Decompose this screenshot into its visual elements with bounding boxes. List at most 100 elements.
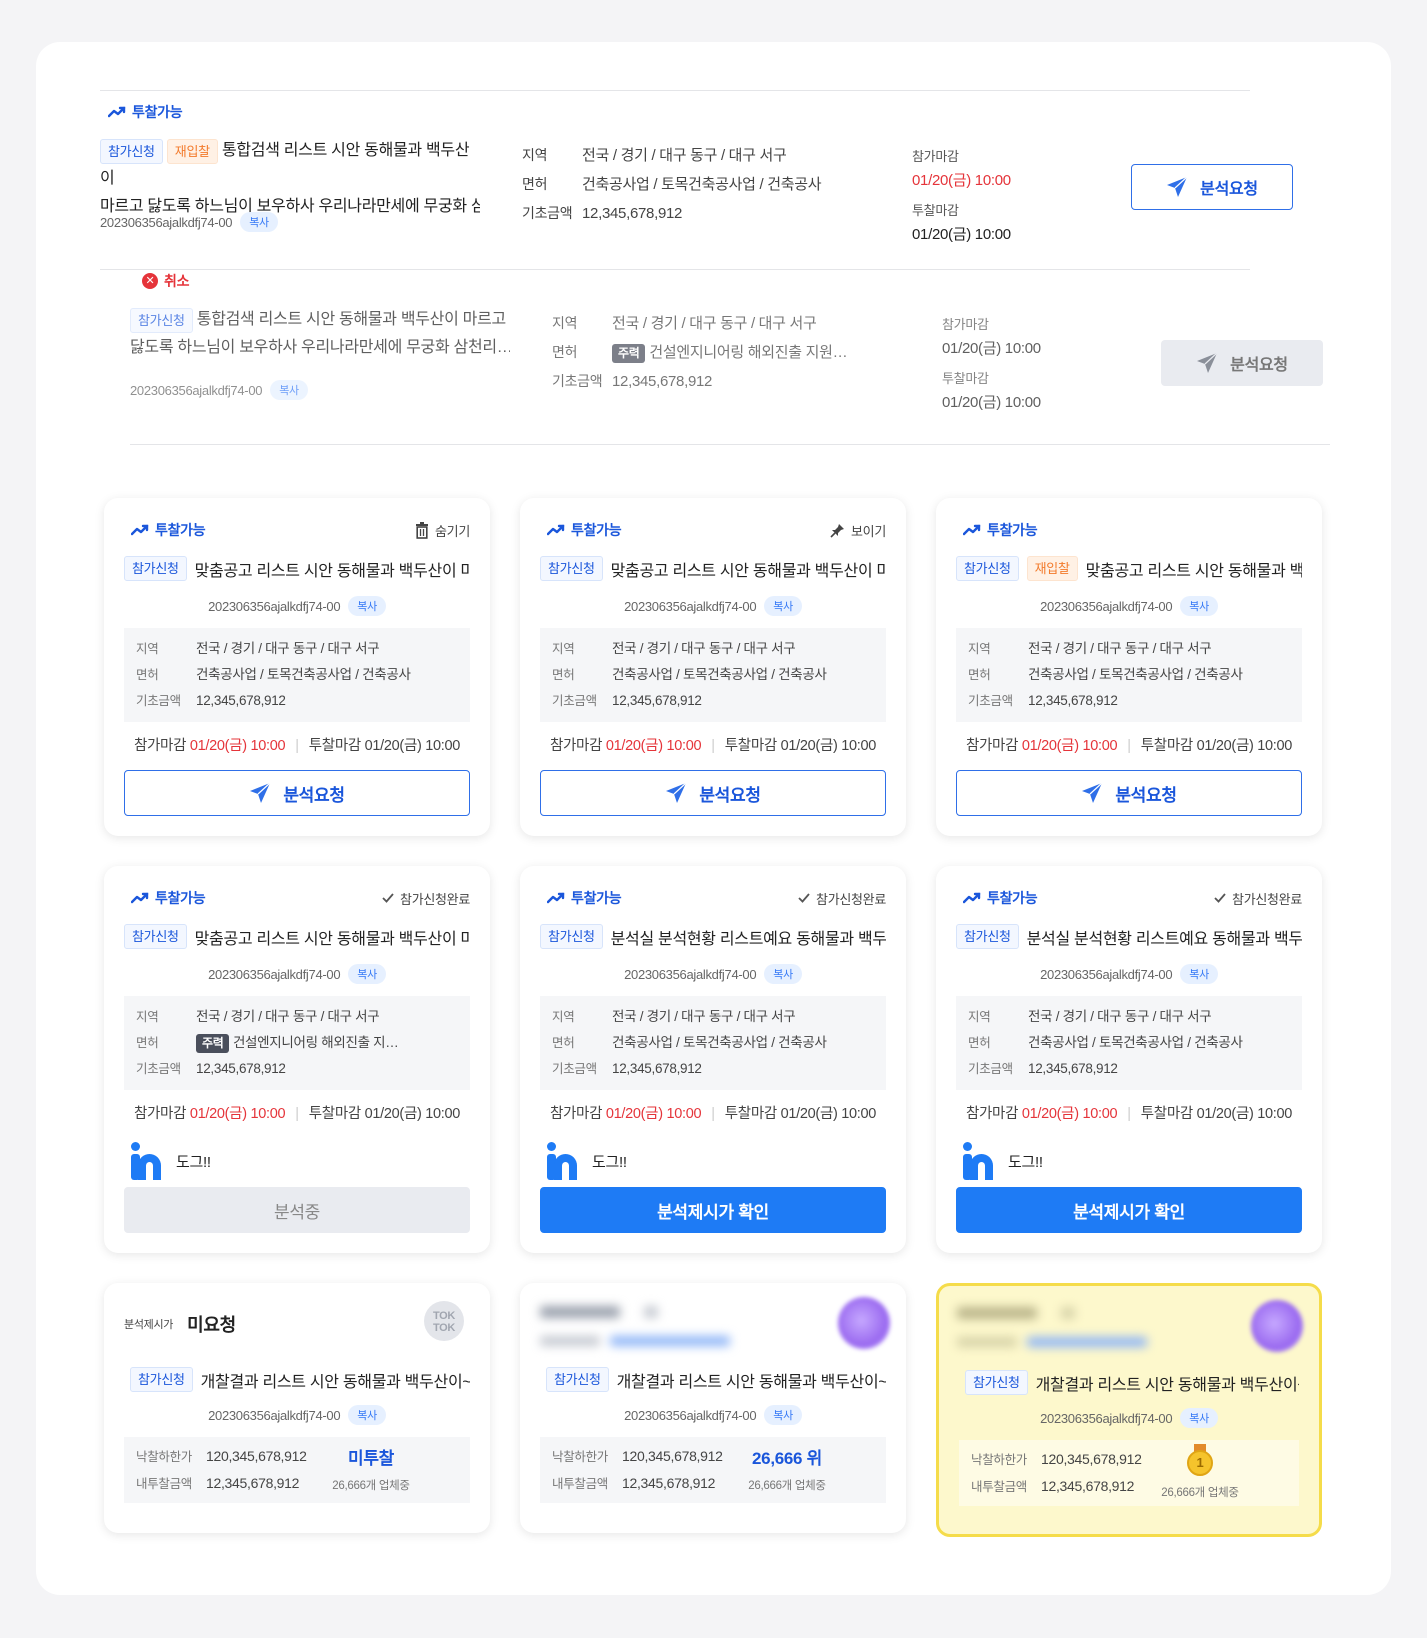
join-deadline-label: 참가마감 [133, 1106, 187, 1122]
tag-apply: 참가신청 [546, 1367, 609, 1392]
region-label: 지역 [552, 642, 575, 656]
license-value: 건설엔지니어링 해외진출 지원… [649, 344, 848, 361]
result-box: 낙찰하한가 120,345,678,912 내투찰금액 12,345,678,912… [124, 1437, 470, 1503]
copy-button[interactable]: 복사 [348, 964, 386, 984]
row-info: 지역 전국 / 경기 / 대구 동구 / 대구 서구 면허 주력 건설엔지니어링 해… [552, 309, 848, 396]
analysis-request-button[interactable]: 분석요청 [540, 770, 886, 816]
result-box: 낙찰하한가 120,345,678,912 내투찰금액 12,345,678,912… [959, 1440, 1299, 1506]
result-card[interactable]: 참가신청 개찰결과 리스트 시안 동해물과 백두산이~~ 202306356aj… [520, 1283, 906, 1533]
analysis-request-button[interactable]: 분석요청 [124, 770, 470, 816]
license-label: 면허 [968, 1036, 991, 1050]
row-info: 지역 전국 / 경기 / 대구 동구 / 대구 서구 면허 건축공사업 / 토목건축… [522, 141, 822, 228]
comment-text: 도그!! [176, 1153, 211, 1171]
my-bid-value: 12,345,678,912 [1041, 1478, 1135, 1494]
hide-button[interactable]: 숨기기 [415, 521, 470, 540]
analysis-request-button[interactable]: 분석요청 [956, 770, 1302, 816]
analysis-request-button[interactable]: 분석요청 [1131, 164, 1293, 210]
card-code: 202306356ajalkdfj74-00 복사 [936, 596, 1322, 616]
tag-apply: 참가신청 [956, 556, 1019, 581]
tag-rebid: 재입찰 [166, 138, 218, 164]
send-icon [666, 782, 687, 803]
in-logo-icon [130, 1142, 162, 1180]
divider [100, 90, 1250, 91]
card-title: 참가신청 맞춤공고 리스트 시안 동해물과 백두산이 마르고 [124, 924, 470, 949]
copy-button[interactable]: 복사 [1180, 964, 1218, 984]
notice-code: 202306356ajalkdfj74-00 [624, 1407, 757, 1423]
rank-value: 26,666 위 [752, 1449, 822, 1468]
analysis-request-label: 분석요청 [283, 785, 345, 805]
suggested-price-label: 분석제시가 [124, 1319, 174, 1331]
copy-button[interactable]: 복사 [1180, 1408, 1218, 1428]
card-title-text: 분석실 분석현황 리스트예요 동해물과 백두산이 [1026, 930, 1302, 948]
my-bid-label: 내투찰금액 [971, 1480, 1028, 1494]
avatar [838, 1297, 890, 1349]
result-card-winner[interactable]: 참가신청 개찰결과 리스트 시안 동해물과 백두산이~~ 202306356aj… [936, 1283, 1322, 1537]
card-code: 202306356ajalkdfj74-00 복사 [104, 596, 490, 616]
row-title-line2: 닳도록 하느님이 보우하사 우리나라만세에 무궁화 삼천리… [130, 339, 510, 357]
bid-card[interactable]: 투찰가능 숨기기 참가신청 맞춤공고 리스트 시안 동해물과 백두산이 마르고 … [104, 498, 490, 836]
trend-up-icon [131, 524, 149, 536]
status-label: 투찰가능 [155, 890, 206, 906]
row-title[interactable]: 참가신청 통합검색 리스트 시안 동해물과 백두산이 마르고 닳도록 하느님이 … [130, 306, 510, 362]
analyzing-button[interactable]: 분석중 [124, 1187, 470, 1233]
join-deadline-label: 참가마감 [549, 738, 603, 754]
result-card[interactable]: 분석제시가 미요청 TOK TOK 참가신청 개찰결과 리스트 시안 동해물과 … [104, 1283, 490, 1533]
notice-code: 202306356ajalkdfj74-00 [208, 598, 341, 614]
trend-up-icon [963, 892, 981, 904]
copy-button[interactable]: 복사 [764, 596, 802, 616]
region-label: 지역 [136, 642, 159, 656]
row-title[interactable]: 참가신청 재입찰 통합검색 리스트 시안 동해물과 백두산이 마르고 닳도록 하… [100, 137, 480, 221]
check-icon [382, 893, 394, 903]
amount-value: 12,345,678,912 [612, 1061, 702, 1076]
bid-deadline-value: 01/20(금) 10:00 [1196, 738, 1293, 754]
bid-card[interactable]: 투찰가능 참가신청완료 참가신청 맞춤공고 리스트 시안 동해물과 백두산이 마… [104, 866, 490, 1253]
show-button[interactable]: 보이기 [830, 521, 886, 540]
divider [130, 444, 1330, 445]
copy-button[interactable]: 복사 [1180, 596, 1218, 616]
card-code: 202306356ajalkdfj74-00 복사 [939, 1408, 1319, 1428]
join-deadline-label: 참가마감 [912, 149, 959, 164]
copy-button[interactable]: 복사 [270, 380, 308, 400]
bid-deadline-label: 투찰마감 [1140, 1106, 1193, 1122]
card-title: 참가신청 개찰결과 리스트 시안 동해물과 백두산이~~ [130, 1367, 470, 1392]
bid-card[interactable]: 투찰가능 보이기 참가신청 맞춤공고 리스트 시안 동해물과 백두산이 마르고 … [520, 498, 906, 836]
amount-value: 12,345,678,912 [196, 1061, 286, 1076]
license-label: 면허 [552, 1036, 575, 1050]
trend-up-icon [547, 892, 565, 904]
region-value: 전국 / 경기 / 대구 동구 / 대구 서구 [196, 1009, 380, 1024]
amount-label: 기초금액 [552, 1062, 597, 1076]
applied-indicator: 참가신청완료 [1214, 889, 1302, 908]
card-info-box: 지역 전국 / 경기 / 대구 동구 / 대구 서구 면허 건축공사업 / 토목건축… [124, 628, 470, 722]
join-deadline-value: 01/20(금) 10:00 [189, 738, 286, 754]
copy-button[interactable]: 복사 [240, 212, 278, 232]
tag-apply: 참가신청 [124, 556, 187, 581]
analysis-request-button-disabled[interactable]: 분석요청 [1161, 340, 1323, 386]
tag-apply: 참가신청 [965, 1370, 1028, 1395]
status-available: 투찰가능 [108, 102, 183, 122]
bid-card[interactable]: 투찰가능 참가신청완료 참가신청 분석실 분석현황 리스트예요 동해물과 백두산… [936, 866, 1322, 1253]
copy-button[interactable]: 복사 [348, 1405, 386, 1425]
copy-button[interactable]: 복사 [764, 1405, 802, 1425]
view-suggested-price-button[interactable]: 분석제시가 확인 [956, 1187, 1302, 1233]
status-label: 투찰가능 [571, 890, 622, 906]
bid-card[interactable]: 투찰가능 참가신청 재입찰 맞춤공고 리스트 시안 동해물과 백두산이 2023… [936, 498, 1322, 836]
trash-icon [416, 521, 429, 539]
bid-deadline-value: 01/20(금) 10:00 [364, 738, 461, 754]
copy-button[interactable]: 복사 [348, 596, 386, 616]
floor-price-label: 낙찰하한가 [971, 1453, 1028, 1467]
license-label: 면허 [136, 668, 159, 682]
card-title-text: 개찰결과 리스트 시안 동해물과 백두산이~~ [616, 1373, 886, 1391]
copy-button[interactable]: 복사 [764, 964, 802, 984]
notice-code: 202306356ajalkdfj74-00 [208, 966, 341, 982]
bid-card[interactable]: 투찰가능 참가신청완료 참가신청 분석실 분석현황 리스트예요 동해물과 백두산… [520, 866, 906, 1253]
card-title: 참가신청 분석실 분석현황 리스트예요 동해물과 백두산이 [956, 924, 1302, 949]
bid-deadline: 투찰마감 01/20(금) 10:00 [912, 200, 1011, 244]
card-deadlines: 참가마감 01/20(금) 10:00 | 투찰마감 01/20(금) 10:00 [549, 1106, 877, 1122]
view-suggested-price-button[interactable]: 분석제시가 확인 [540, 1187, 886, 1233]
status-available: 투찰가능 [131, 888, 206, 908]
card-title-text: 맞춤공고 리스트 시안 동해물과 백두산이 마르고 [194, 562, 470, 580]
bid-deadline-value: 01/20(금) 10:00 [780, 1106, 877, 1122]
cancel-icon: ✕ [142, 273, 158, 289]
bid-deadline-label: 투찰마감 [942, 371, 989, 386]
rank-value: 미투찰 [347, 1449, 395, 1468]
